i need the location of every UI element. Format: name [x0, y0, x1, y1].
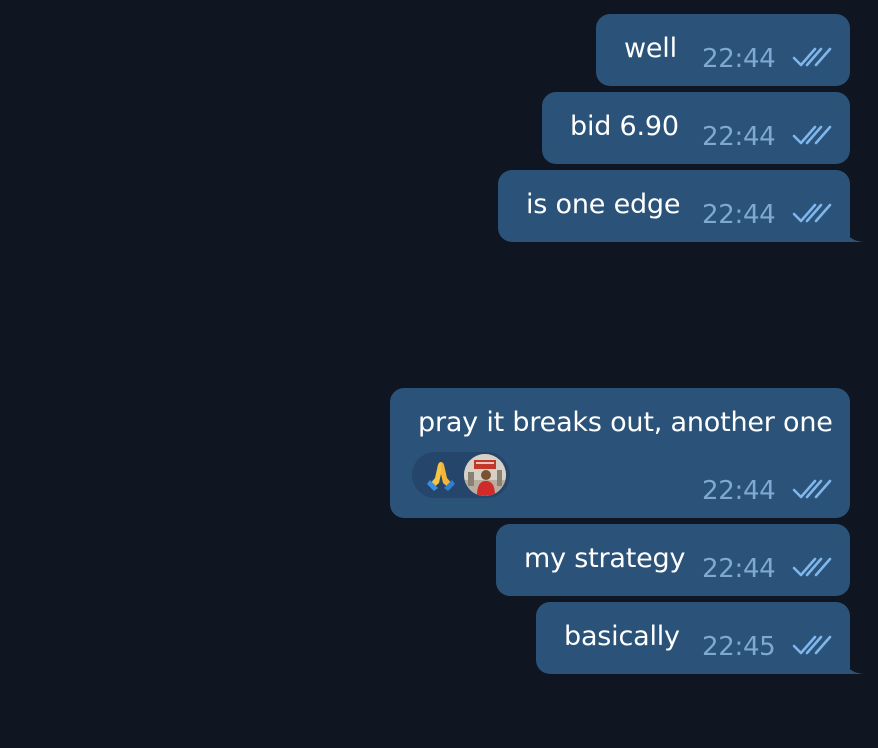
message-time: 22:44: [702, 122, 776, 152]
message-time: 22:44: [702, 200, 776, 230]
message-bubble[interactable]: well 22:44: [596, 14, 850, 86]
double-check-icon: [792, 557, 832, 577]
message-text: my strategy: [524, 543, 686, 574]
message-bubble[interactable]: bid 6.90 22:44: [542, 92, 850, 164]
folded-hands-icon: [427, 462, 455, 491]
chat-history[interactable]: well 22:44 bid 6.90 22:44 is one edge 22…: [0, 0, 878, 748]
double-check-icon: [792, 47, 832, 67]
message-bubble[interactable]: basically 22:45: [536, 602, 850, 674]
reaction-chip[interactable]: [412, 452, 510, 498]
message-bubble[interactable]: is one edge 22:44: [498, 170, 850, 242]
message-text: pray it breaks out, another one: [418, 407, 833, 438]
double-check-icon: [792, 203, 832, 223]
message-time: 22:45: [702, 632, 776, 662]
message-text: bid 6.90: [570, 111, 679, 142]
message-time: 22:44: [702, 554, 776, 584]
message-bubble[interactable]: pray it breaks out, another one 22:44: [390, 388, 850, 518]
avatar-photo: [464, 454, 506, 496]
message-bubble[interactable]: my strategy 22:44: [496, 524, 850, 596]
message-time: 22:44: [702, 476, 776, 506]
message-time: 22:44: [702, 44, 776, 74]
message-text: is one edge: [526, 189, 681, 220]
double-check-icon: [792, 635, 832, 655]
double-check-icon: [792, 479, 832, 499]
message-text: basically: [564, 621, 680, 652]
double-check-icon: [792, 125, 832, 145]
message-text: well: [624, 33, 677, 64]
avatar[interactable]: [464, 454, 506, 496]
